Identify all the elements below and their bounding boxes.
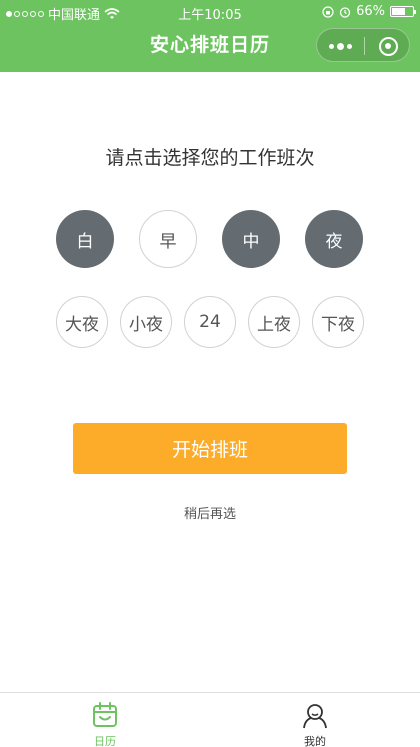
status-bar: 中国联通 上午10:05 66% [0,0,420,24]
shift-option[interactable]: 早 [139,210,197,268]
tab-bar: 日历 我的 [0,692,420,747]
tab-calendar[interactable]: 日历 [0,693,210,747]
shift-option[interactable]: 白 [56,210,114,268]
battery-percent: 66% [356,4,385,19]
alarm-icon [339,6,351,18]
shift-option[interactable]: 大夜 [56,296,108,348]
shift-option[interactable]: 24 [184,296,236,348]
status-right: 66% [322,4,416,19]
shift-option[interactable]: 上夜 [248,296,300,348]
choose-later-link[interactable]: 稍后再选 [0,503,420,522]
calendar-icon [93,702,117,727]
start-scheduling-button[interactable]: 开始排班 [73,423,347,474]
shift-option[interactable]: 下夜 [312,296,364,348]
tab-mine[interactable]: 我的 [210,693,420,747]
shift-option[interactable]: 夜 [305,210,363,268]
more-menu-icon[interactable] [317,29,364,63]
top-header: 中国联通 上午10:05 66% 安心排班日历 [0,0,420,72]
close-mini-program-icon[interactable] [365,29,411,63]
shift-option[interactable]: 中 [222,210,280,268]
user-icon [303,704,327,729]
battery-icon [390,6,416,17]
tab-label: 日历 [94,735,116,747]
shift-prompt: 请点击选择您的工作班次 [105,147,315,169]
shift-option[interactable]: 小夜 [120,296,172,348]
mini-program-capsule [316,28,410,62]
tab-label: 我的 [304,735,326,747]
battery-fill [392,8,406,15]
rotation-lock-icon [322,5,334,18]
